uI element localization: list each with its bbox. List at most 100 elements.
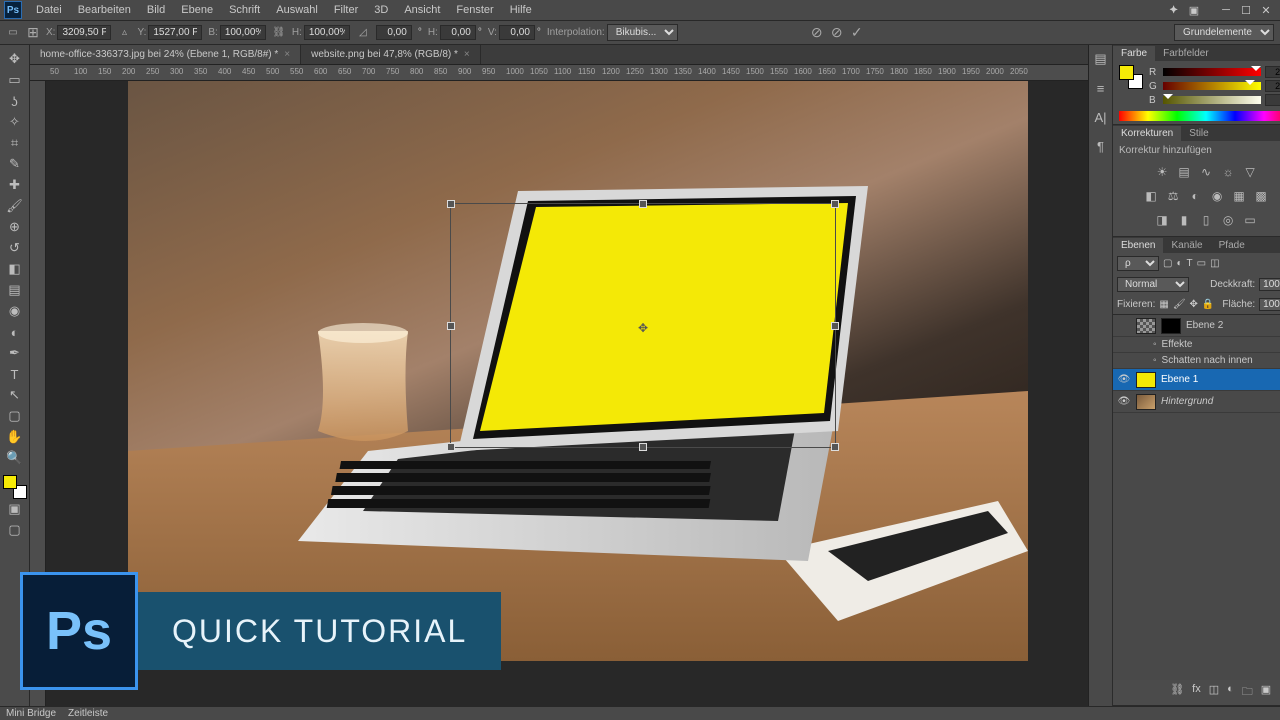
blur-tool-icon[interactable]: ◉ xyxy=(3,301,27,321)
layer-row[interactable]: Ebene 2 fx xyxy=(1113,315,1280,337)
h-input[interactable] xyxy=(304,25,350,40)
opacity-input[interactable] xyxy=(1259,278,1280,291)
healing-tool-icon[interactable]: ✚ xyxy=(3,175,27,195)
close-tab-icon[interactable]: × xyxy=(284,49,290,60)
link-layers-icon[interactable]: ⛓ xyxy=(1170,683,1184,702)
layer-row[interactable]: 👁 Hintergrund 🔒 xyxy=(1113,391,1280,413)
layer-effect-row[interactable]: ◦ Schatten nach innen xyxy=(1113,353,1280,369)
swap-xy-icon[interactable]: ▵ xyxy=(117,26,131,40)
effect-toggle-icon[interactable]: ◦ xyxy=(1153,355,1157,366)
foreground-color-swatch[interactable] xyxy=(3,475,17,489)
gradient-tool-icon[interactable]: ▤ xyxy=(3,280,27,300)
link-wh-icon[interactable]: ⛓ xyxy=(272,26,286,40)
type-tool-icon[interactable]: T xyxy=(3,364,27,384)
layer-thumbnail[interactable] xyxy=(1136,372,1156,388)
zoom-tool-icon[interactable]: 🔍 xyxy=(3,448,27,468)
layer-filter-select[interactable]: ρArt xyxy=(1117,256,1159,271)
filter-shape-icon[interactable]: ▭ xyxy=(1197,258,1206,269)
dodge-tool-icon[interactable]: ◐ xyxy=(3,322,27,342)
r-slider[interactable] xyxy=(1163,68,1261,76)
menu-3d[interactable]: 3D xyxy=(366,4,396,16)
layer-name[interactable]: Ebene 1 xyxy=(1161,374,1198,385)
threshold-icon[interactable]: ▯ xyxy=(1198,212,1214,228)
layer-thumbnail[interactable] xyxy=(1136,318,1156,334)
color-swatches[interactable] xyxy=(3,475,27,499)
vibrance-icon[interactable]: ▽ xyxy=(1242,164,1258,180)
gradient-map-icon[interactable]: ▭ xyxy=(1242,212,1258,228)
interp-select[interactable]: Bikubis... xyxy=(607,24,678,41)
add-mask-icon[interactable]: ◫ xyxy=(1209,683,1219,702)
history-brush-tool-icon[interactable]: ↺ xyxy=(3,238,27,258)
tab-channels[interactable]: Kanäle xyxy=(1163,238,1210,253)
color-balance-icon[interactable]: ⚖ xyxy=(1165,188,1181,204)
levels-icon[interactable]: ▤ xyxy=(1176,164,1192,180)
path-select-tool-icon[interactable]: ↖ xyxy=(3,385,27,405)
visibility-toggle-icon[interactable]: 👁 xyxy=(1117,396,1131,407)
filter-adjust-icon[interactable]: ◐ xyxy=(1176,258,1182,269)
transform-handle-w[interactable] xyxy=(447,322,455,330)
brush-tool-icon[interactable]: 🖌 xyxy=(3,196,27,216)
collapsed-panel-icon[interactable]: ¶ xyxy=(1089,136,1113,156)
filter-smart-icon[interactable]: ◫ xyxy=(1210,258,1219,269)
timeline-tab[interactable]: Zeitleiste xyxy=(68,708,108,719)
menu-window[interactable]: Fenster xyxy=(448,4,501,16)
tab-swatches[interactable]: Farbfelder xyxy=(1155,46,1217,61)
lock-pixels-icon[interactable]: 🖌 xyxy=(1173,299,1186,310)
cancel-transform-icon[interactable]: ⊘ xyxy=(830,26,844,40)
layer-thumbnail[interactable] xyxy=(1136,394,1156,410)
tab-adjustments[interactable]: Korrekturen xyxy=(1113,126,1181,141)
menu-view[interactable]: Ansicht xyxy=(396,4,448,16)
lock-transparency-icon[interactable]: ▦ xyxy=(1159,299,1168,310)
layer-style-icon[interactable]: fx xyxy=(1192,683,1201,702)
exposure-icon[interactable]: ☼ xyxy=(1220,164,1236,180)
b-slider[interactable] xyxy=(1163,96,1261,104)
w-input[interactable] xyxy=(220,25,266,40)
transform-handle-sw[interactable] xyxy=(447,443,455,451)
visibility-toggle-icon[interactable]: 👁 xyxy=(1117,374,1131,385)
menu-select[interactable]: Auswahl xyxy=(268,4,326,16)
transform-handle-s[interactable] xyxy=(639,443,647,451)
transform-handle-e[interactable] xyxy=(831,322,839,330)
fill-input[interactable] xyxy=(1259,298,1280,311)
window-maximize-icon[interactable]: ☐ xyxy=(1236,4,1256,17)
g-value[interactable] xyxy=(1265,80,1280,92)
new-fill-adjust-icon[interactable]: ◐ xyxy=(1227,683,1234,702)
menu-file[interactable]: Datei xyxy=(28,4,70,16)
x-input[interactable] xyxy=(57,25,111,40)
transform-bounds[interactable]: ✥ xyxy=(450,203,836,448)
lock-all-icon[interactable]: 🔒 xyxy=(1202,299,1214,310)
y-input[interactable] xyxy=(148,25,202,40)
marquee-tool-icon[interactable]: ▭ xyxy=(3,70,27,90)
skew-v-input[interactable] xyxy=(499,25,535,40)
tab-arrange-icon[interactable]: ⯌ xyxy=(1164,4,1184,17)
r-value[interactable] xyxy=(1265,66,1280,78)
reference-point-icon[interactable]: ⊞ xyxy=(26,26,40,40)
menu-layer[interactable]: Ebene xyxy=(173,4,221,16)
layer-name[interactable]: Ebene 2 xyxy=(1186,320,1223,331)
collapsed-panel-icon[interactable]: ≡ xyxy=(1089,78,1113,98)
new-layer-icon[interactable]: ▣ xyxy=(1261,683,1271,702)
lock-position-icon[interactable]: ✥ xyxy=(1190,299,1198,310)
collapsed-panel-icon[interactable]: ▤ xyxy=(1089,49,1113,69)
color-lookup-icon[interactable]: ▩ xyxy=(1253,188,1269,204)
posterize-icon[interactable]: ▮ xyxy=(1176,212,1192,228)
window-close-icon[interactable]: ✕ xyxy=(1256,4,1276,17)
lasso-tool-icon[interactable]: ʖ xyxy=(3,91,27,111)
quick-mask-icon[interactable]: ▣ xyxy=(3,499,27,519)
move-tool-icon[interactable]: ✥ xyxy=(3,49,27,69)
transform-center-icon[interactable]: ✥ xyxy=(638,321,648,335)
transform-handle-nw[interactable] xyxy=(447,200,455,208)
tab-paths[interactable]: Pfade xyxy=(1211,238,1253,253)
document-tab[interactable]: website.png bei 47,8% (RGB/8) *× xyxy=(301,45,481,64)
eraser-tool-icon[interactable]: ◧ xyxy=(3,259,27,279)
b-value[interactable] xyxy=(1265,94,1280,106)
workspace-select[interactable]: Grundelemente xyxy=(1174,24,1274,41)
filter-type-icon[interactable]: T xyxy=(1187,258,1193,269)
transform-handle-ne[interactable] xyxy=(831,200,839,208)
hand-tool-icon[interactable]: ✋ xyxy=(3,427,27,447)
menu-filter[interactable]: Filter xyxy=(326,4,366,16)
photo-filter-icon[interactable]: ◉ xyxy=(1209,188,1225,204)
commit-transform-icon[interactable]: ✓ xyxy=(850,26,864,40)
menu-help[interactable]: Hilfe xyxy=(502,4,540,16)
transform-handle-se[interactable] xyxy=(831,443,839,451)
